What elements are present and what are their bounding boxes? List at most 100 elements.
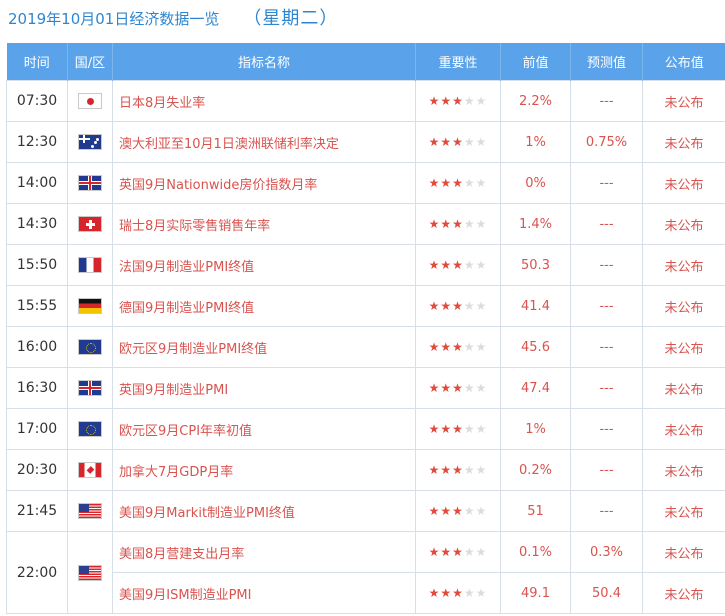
table-row: 07:30 日本8月失业率 ★★★★★ 2.2% --- 未公布 (6, 80, 725, 122)
cell-country (67, 408, 113, 450)
star-empty-icon: ★ (475, 421, 488, 436)
cell-forecast: 0.3% (570, 531, 643, 573)
table-row: 12:30 澳大利亚至10月1日澳洲联储利率决定 ★★★★★ 1% 0.75% 未公布 (6, 121, 725, 163)
page-title: 2019年10月01日经济数据一览 （星期二） (8, 4, 338, 34)
importance-stars: ★★★★★ (429, 135, 488, 149)
star-empty-icon: ★ (463, 93, 476, 108)
importance-stars: ★★★★★ (429, 299, 488, 313)
cell-indicator-name[interactable]: 美国8月营建支出月率 (112, 531, 416, 573)
cell-indicator-name[interactable]: 欧元区9月制造业PMI终值 (112, 326, 416, 368)
importance-stars: ★★★★★ (429, 422, 488, 436)
star-filled-icon: ★ (428, 175, 441, 190)
cell-actual: 未公布 (642, 449, 725, 491)
cell-indicator-name[interactable]: 德国9月制造业PMI终值 (112, 285, 416, 327)
star-filled-icon: ★ (452, 134, 464, 149)
star-empty-icon: ★ (475, 257, 488, 272)
star-filled-icon: ★ (440, 544, 453, 559)
star-empty-icon: ★ (463, 257, 476, 272)
table-row: 14:30 瑞士8月实际零售销售年率 ★★★★★ 1.4% --- 未公布 (6, 203, 725, 245)
cell-country (67, 531, 113, 614)
star-filled-icon: ★ (440, 585, 453, 600)
star-empty-icon: ★ (463, 380, 476, 395)
cell-previous: 2.2% (500, 80, 571, 122)
cell-previous: 0% (500, 162, 571, 204)
cell-previous: 51 (500, 490, 571, 532)
cell-time: 16:30 (6, 367, 68, 409)
cell-actual: 未公布 (642, 121, 725, 163)
star-filled-icon: ★ (428, 216, 441, 231)
table-row: 16:00 欧元区9月制造业PMI终值 ★★★★★ 45.6 --- 未公布 (6, 326, 725, 368)
importance-stars: ★★★★★ (429, 340, 488, 354)
star-empty-icon: ★ (475, 585, 488, 600)
japan-flag-icon (78, 93, 102, 109)
cell-importance: ★★★★★ (415, 203, 501, 245)
cell-forecast: --- (570, 285, 643, 327)
table-row: 15:50 法国9月制造业PMI终值 ★★★★★ 50.3 --- 未公布 (6, 244, 725, 286)
cell-previous: 49.1 (500, 572, 571, 614)
cell-actual: 未公布 (642, 326, 725, 368)
star-filled-icon: ★ (452, 462, 464, 477)
cell-indicator-name[interactable]: 加拿大7月GDP月率 (112, 449, 416, 491)
star-filled-icon: ★ (440, 93, 453, 108)
importance-stars: ★★★★★ (429, 545, 488, 559)
cell-indicator-name[interactable]: 美国9月Markit制造业PMI终值 (112, 490, 416, 532)
cell-time: 12:30 (6, 121, 68, 163)
star-filled-icon: ★ (440, 298, 453, 313)
importance-stars: ★★★★★ (429, 176, 488, 190)
cell-importance: ★★★★★ (415, 121, 501, 163)
star-empty-icon: ★ (475, 216, 488, 231)
table-row: 22:00 美国8月营建支出月率 ★★★★★ 0.1% 0.3% 未公布 (6, 531, 725, 614)
star-filled-icon: ★ (452, 503, 464, 518)
star-empty-icon: ★ (475, 339, 488, 354)
star-filled-icon: ★ (440, 380, 453, 395)
star-filled-icon: ★ (428, 462, 441, 477)
cell-actual: 未公布 (642, 408, 725, 450)
importance-stars: ★★★★★ (429, 586, 488, 600)
cell-importance: ★★★★★ (415, 162, 501, 204)
cell-indicator-name[interactable]: 欧元区9月CPI年率初值 (112, 408, 416, 450)
star-filled-icon: ★ (428, 339, 441, 354)
cell-time: 15:50 (6, 244, 68, 286)
cell-actual: 未公布 (642, 572, 725, 614)
cell-forecast: --- (570, 367, 643, 409)
importance-stars: ★★★★★ (429, 381, 488, 395)
star-filled-icon: ★ (428, 380, 441, 395)
cell-forecast: --- (570, 490, 643, 532)
star-empty-icon: ★ (463, 216, 476, 231)
star-empty-icon: ★ (463, 339, 476, 354)
column-header-importance: 重要性 (415, 43, 501, 81)
cell-indicator-name[interactable]: 英国9月Nationwide房价指数月率 (112, 162, 416, 204)
cell-importance: ★★★★★ (415, 244, 501, 286)
cell-actual: 未公布 (642, 367, 725, 409)
column-header-country: 国/区 (67, 43, 113, 81)
star-filled-icon: ★ (440, 134, 453, 149)
cell-importance: ★★★★★ (415, 449, 501, 491)
cell-previous: 45.6 (500, 326, 571, 368)
usa-flag-icon (78, 564, 102, 581)
cell-indicator-name[interactable]: 法国9月制造业PMI终值 (112, 244, 416, 286)
table-row: 美国9月ISM制造业PMI ★★★★★ 49.1 50.4 未公布 (7, 572, 725, 614)
cell-actual: 未公布 (642, 244, 725, 286)
cell-forecast: 50.4 (570, 572, 643, 614)
cell-actual: 未公布 (642, 490, 725, 532)
cell-importance: ★★★★★ (415, 285, 501, 327)
cell-indicator-name[interactable]: 日本8月失业率 (112, 80, 416, 122)
cell-indicator-name[interactable]: 英国9月制造业PMI (112, 367, 416, 409)
cell-country (67, 490, 113, 532)
table-row: 16:30 英国9月制造业PMI ★★★★★ 47.4 --- 未公布 (6, 367, 725, 409)
star-empty-icon: ★ (463, 585, 476, 600)
importance-stars: ★★★★★ (429, 504, 488, 518)
star-filled-icon: ★ (428, 257, 441, 272)
cell-indicator-name[interactable]: 美国9月ISM制造业PMI (112, 572, 416, 614)
cell-indicator-name[interactable]: 澳大利亚至10月1日澳洲联储利率决定 (112, 121, 416, 163)
importance-stars: ★★★★★ (429, 217, 488, 231)
germany-flag-icon (78, 298, 102, 314)
cell-indicator-name[interactable]: 瑞士8月实际零售销售年率 (112, 203, 416, 245)
page-title-weekday: （星期二） (243, 8, 339, 29)
cell-forecast: --- (570, 203, 643, 245)
column-header-forecast: 预测值 (570, 43, 643, 81)
star-filled-icon: ★ (428, 503, 441, 518)
cell-importance: ★★★★★ (415, 326, 501, 368)
cell-time: 16:00 (6, 326, 68, 368)
uk-flag-icon (78, 380, 102, 396)
